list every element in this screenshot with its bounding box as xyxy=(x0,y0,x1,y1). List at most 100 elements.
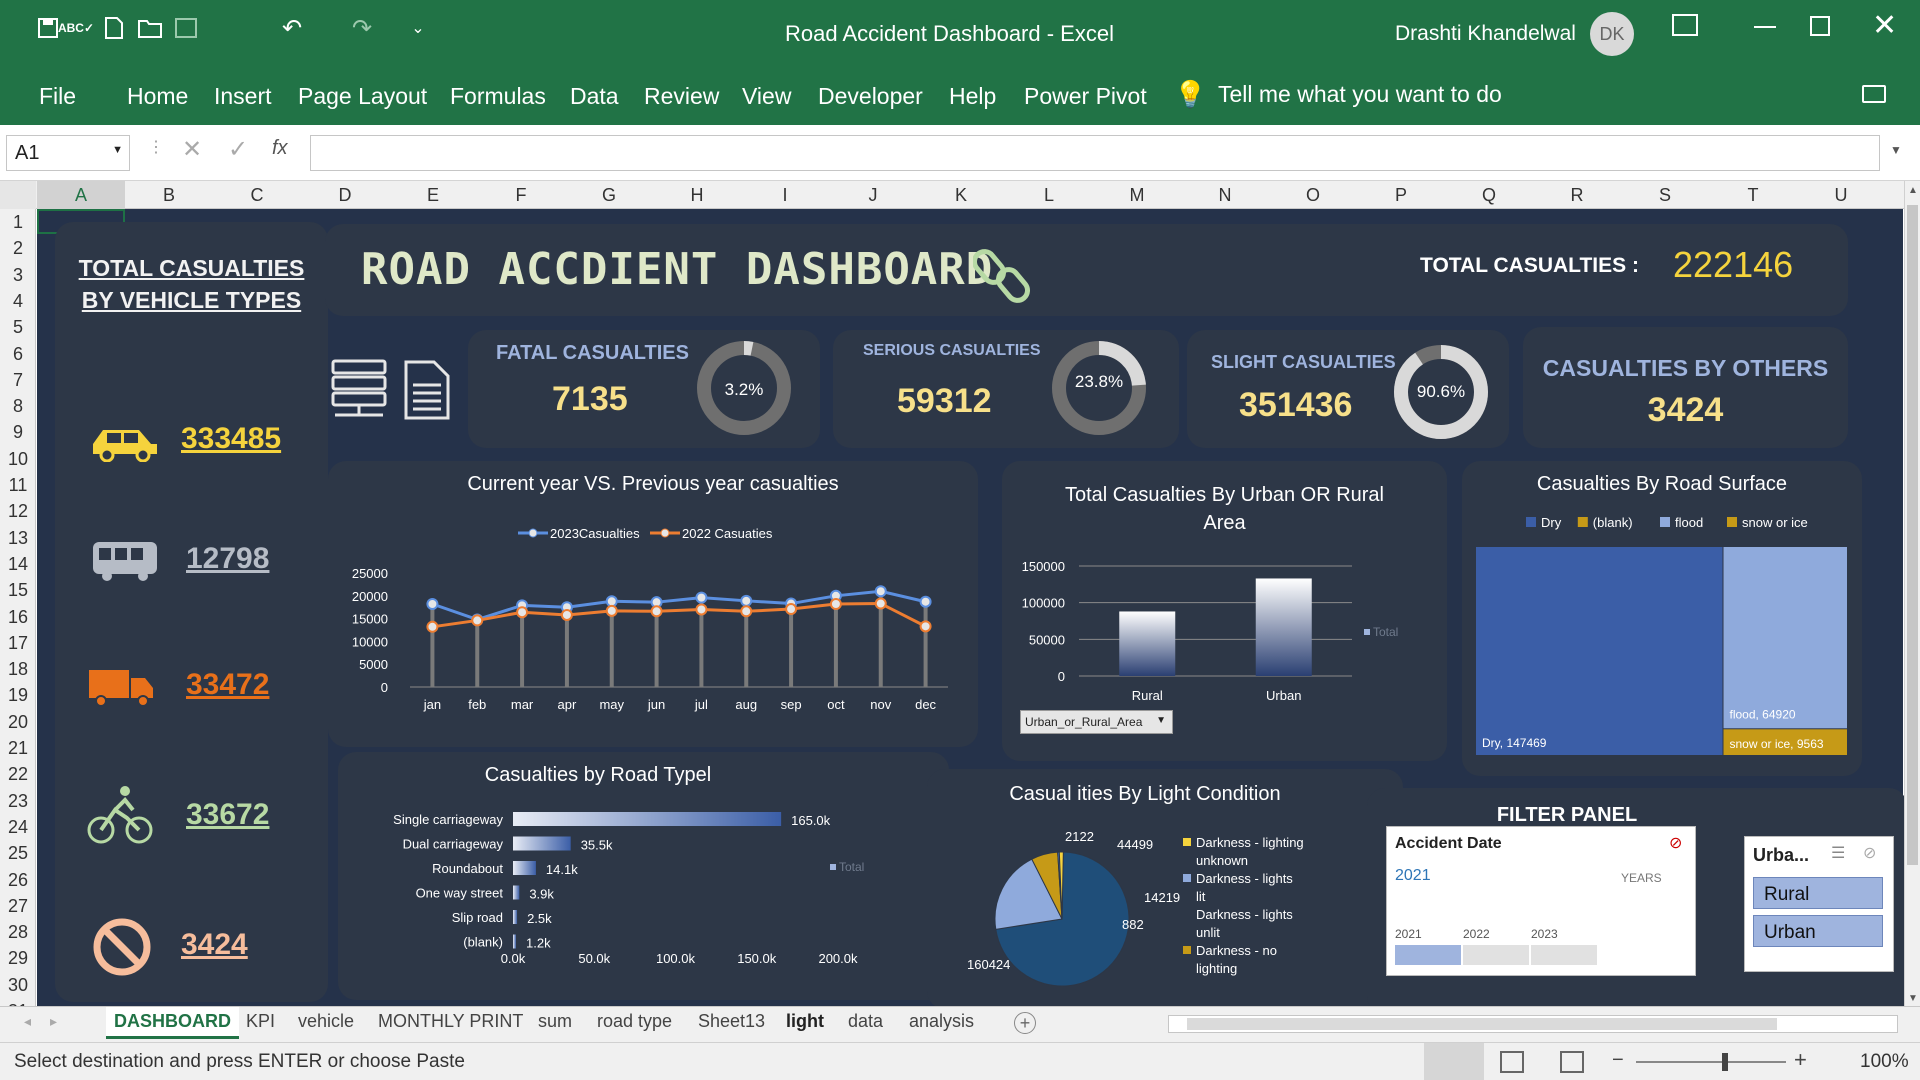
row-header-28[interactable]: 28 xyxy=(0,922,36,943)
slicer-item-rural[interactable]: Rural xyxy=(1753,877,1883,909)
tab-vehicle[interactable]: vehicle xyxy=(298,1011,354,1032)
column-header-B[interactable]: B xyxy=(125,185,213,206)
timeline-bar-2021[interactable] xyxy=(1395,945,1461,965)
row-header-16[interactable]: 16 xyxy=(0,607,36,628)
menu-review[interactable]: Review xyxy=(644,83,719,110)
row-header-23[interactable]: 23 xyxy=(0,791,36,812)
menu-view[interactable]: View xyxy=(742,83,791,110)
urban-rural-slicer[interactable]: Urba... ☰ ⊘ Rural Urban xyxy=(1744,836,1894,972)
form-icon[interactable] xyxy=(172,14,200,42)
menu-data[interactable]: Data xyxy=(570,83,619,110)
column-header-A[interactable]: A xyxy=(37,181,125,209)
vertical-scrollbar[interactable]: ▲ ▼ xyxy=(1904,181,1920,1014)
column-header-G[interactable]: G xyxy=(565,185,653,206)
menu-developer[interactable]: Developer xyxy=(818,83,923,110)
tab-dashboard[interactable]: DASHBOARD xyxy=(106,1007,239,1039)
menu-insert[interactable]: Insert xyxy=(214,83,272,110)
light-condition-card[interactable]: Casual ities By Light Condition 160424 44… xyxy=(927,769,1403,1009)
row-header-19[interactable]: 19 xyxy=(0,685,36,706)
row-header-18[interactable]: 18 xyxy=(0,659,36,680)
restore-icon[interactable] xyxy=(1810,16,1830,36)
road-type-card[interactable]: Casualties by Road Typel Single carriage… xyxy=(338,752,949,1000)
clear-filter-icon[interactable]: ⊘ xyxy=(1863,843,1876,863)
page-layout-view-icon[interactable] xyxy=(1500,1051,1524,1073)
row-header-1[interactable]: 1 xyxy=(0,212,36,233)
column-header-S[interactable]: S xyxy=(1621,185,1709,206)
new-file-icon[interactable] xyxy=(100,14,128,42)
add-sheet-icon[interactable]: + xyxy=(1014,1012,1036,1034)
row-header-6[interactable]: 6 xyxy=(0,344,36,365)
row-header-30[interactable]: 30 xyxy=(0,975,36,996)
zoom-in-icon[interactable]: + xyxy=(1794,1047,1807,1073)
road-surface-card[interactable]: Casualties By Road Surface Dry (blank) flo… xyxy=(1462,461,1862,776)
tab-road-type[interactable]: road type xyxy=(597,1011,672,1032)
zoom-slider[interactable] xyxy=(1636,1061,1786,1063)
tab-monthly-print[interactable]: MONTHLY PRINT xyxy=(378,1011,523,1032)
slicer-item-urban[interactable]: Urban xyxy=(1753,915,1883,947)
row-header-25[interactable]: 25 xyxy=(0,843,36,864)
row-header-2[interactable]: 2 xyxy=(0,238,36,259)
spelling-icon[interactable]: ABC✓ xyxy=(58,14,94,42)
scroll-down-icon[interactable]: ▼ xyxy=(1908,993,1918,1004)
menu-home[interactable]: Home xyxy=(127,83,188,110)
multi-select-icon[interactable]: ☰ xyxy=(1831,843,1845,863)
customize-qat-icon[interactable]: ⌄ xyxy=(404,14,432,42)
row-header-17[interactable]: 17 xyxy=(0,633,36,654)
menu-formulas[interactable]: Formulas xyxy=(450,83,546,110)
redo-icon[interactable]: ↷ xyxy=(348,14,376,42)
zoom-level[interactable]: 100% xyxy=(1860,1051,1909,1073)
accident-date-timeline[interactable]: Accident Date ⊘ 2021 YEARS 2021 2022 202… xyxy=(1386,826,1696,976)
menu-help[interactable]: Help xyxy=(949,83,996,110)
column-header-E[interactable]: E xyxy=(389,185,477,206)
column-header-M[interactable]: M xyxy=(1093,185,1181,206)
zoom-slider-thumb[interactable] xyxy=(1722,1053,1728,1071)
expand-formula-icon[interactable]: ▼ xyxy=(1890,143,1902,157)
column-header-R[interactable]: R xyxy=(1533,185,1621,206)
row-header-9[interactable]: 9 xyxy=(0,422,36,443)
ribbon-display-icon[interactable] xyxy=(1672,14,1698,36)
formula-input[interactable] xyxy=(310,135,1880,171)
page-break-view-icon[interactable] xyxy=(1560,1051,1584,1073)
column-header-H[interactable]: H xyxy=(653,185,741,206)
insert-function-icon[interactable]: fx xyxy=(272,137,288,160)
timeline-bar-2022[interactable] xyxy=(1463,945,1529,965)
tab-scroll-left-icon[interactable]: ◂ xyxy=(24,1013,31,1030)
tab-light[interactable]: light xyxy=(786,1011,824,1032)
line-chart-card[interactable]: Current year VS. Previous year casualtie… xyxy=(328,461,978,747)
row-header-10[interactable]: 10 xyxy=(0,449,36,470)
row-header-22[interactable]: 22 xyxy=(0,764,36,785)
comments-icon[interactable] xyxy=(1862,85,1886,103)
name-box[interactable]: A1 ▼ xyxy=(6,135,130,171)
field-filter-button[interactable]: Urban_or_Rural_Area ▼ xyxy=(1020,710,1173,734)
horizontal-scrollbar[interactable] xyxy=(1168,1015,1898,1033)
row-header-5[interactable]: 5 xyxy=(0,317,36,338)
column-header-P[interactable]: P xyxy=(1357,185,1445,206)
row-header-7[interactable]: 7 xyxy=(0,370,36,391)
close-icon[interactable]: ✕ xyxy=(1872,8,1897,43)
urban-rural-card[interactable]: Total Casualties By Urban OR Rural Area … xyxy=(1002,461,1447,761)
column-header-I[interactable]: I xyxy=(741,185,829,206)
menu-file[interactable]: File xyxy=(39,83,76,110)
minimize-icon[interactable] xyxy=(1754,26,1776,28)
enter-icon[interactable]: ✓ xyxy=(228,135,248,164)
row-header-27[interactable]: 27 xyxy=(0,896,36,917)
column-header-C[interactable]: C xyxy=(213,185,301,206)
scroll-up-icon[interactable]: ▲ xyxy=(1908,185,1918,196)
row-header-20[interactable]: 20 xyxy=(0,712,36,733)
clear-filter-icon[interactable]: ⊘ xyxy=(1669,833,1682,853)
tab-sum[interactable]: sum xyxy=(538,1011,572,1032)
row-header-11[interactable]: 11 xyxy=(0,475,36,496)
row-header-14[interactable]: 14 xyxy=(0,554,36,575)
hscroll-thumb[interactable] xyxy=(1187,1018,1777,1030)
scroll-thumb[interactable] xyxy=(1907,205,1918,865)
menu-page-layout[interactable]: Page Layout xyxy=(298,83,427,110)
row-header-21[interactable]: 21 xyxy=(0,738,36,759)
column-header-L[interactable]: L xyxy=(1005,185,1093,206)
column-header-U[interactable]: U xyxy=(1797,185,1885,206)
row-header-29[interactable]: 29 xyxy=(0,948,36,969)
row-header-8[interactable]: 8 xyxy=(0,396,36,417)
normal-view-icon[interactable] xyxy=(1424,1043,1484,1080)
open-folder-icon[interactable] xyxy=(136,14,164,42)
menu-power-pivot[interactable]: Power Pivot xyxy=(1024,83,1147,110)
row-header-26[interactable]: 26 xyxy=(0,870,36,891)
